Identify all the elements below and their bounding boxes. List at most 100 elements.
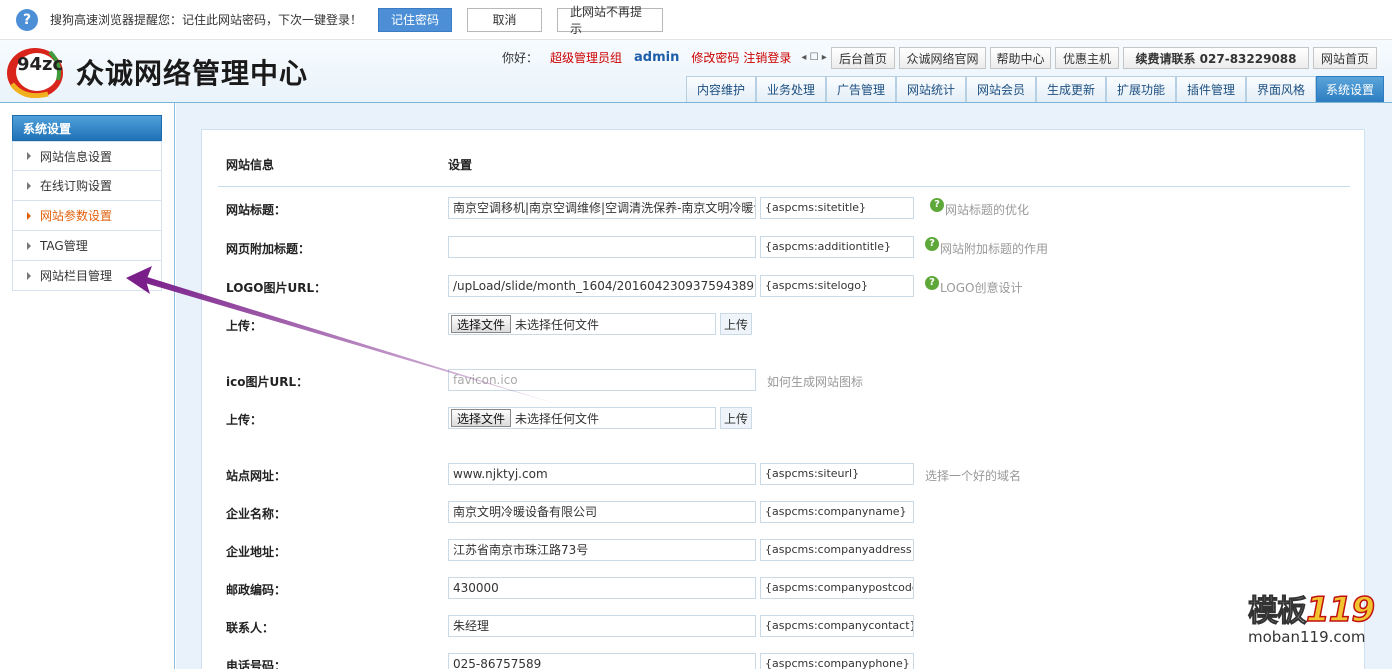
form-row-site-url: 站点网址： www.njktyj.com {aspcms:siteurl} 选择… [202,463,1366,487]
triangle-right-icon [27,152,31,160]
logo-url-input[interactable]: /upLoad/slide/month_1604/201604230937594… [448,275,756,297]
tab-plugins[interactable]: 插件管理 [1176,76,1246,102]
top-button-help[interactable]: 帮助中心 [990,47,1051,69]
tab-business[interactable]: 业务处理 [756,76,826,102]
user-role: 超级管理员组 [550,51,623,65]
greeting: 你好： [502,51,539,65]
watermark-cn: 模板 [1248,594,1308,630]
username: admin [634,50,680,65]
form-row-site-title: 网站标题： 南京空调移机|南京空调维修|空调清洗保养-南京文明冷暖设备有限公司 … [202,197,1366,221]
site-url-input[interactable]: www.njktyj.com [448,463,756,485]
postcode-input[interactable]: 430000 [448,577,756,599]
form-row-ico-url: ico图片URL： favicon.ico 如何生成网站图标 [202,369,1366,393]
tab-content[interactable]: 内容维护 [686,76,756,102]
sidebar-item-online-order[interactable]: 在线订购设置 [12,171,162,201]
sidebar-item-site-info[interactable]: 网站信息设置 [12,141,162,171]
field-label: 联系人： [226,621,275,635]
logo-badge-icon: 94zc [7,48,63,99]
tab-extensions[interactable]: 扩展功能 [1106,76,1176,102]
phone-input[interactable]: 025-86757589 [448,653,756,669]
cancel-button[interactable]: 取消 [467,7,543,32]
form-row-company-name: 企业名称： 南京文明冷暖设备有限公司 {aspcms:companyname} [202,501,1366,525]
field-hint[interactable]: ? 网站附加标题的作用 [925,236,1048,257]
sidebar-item-label: 在线订购设置 [40,179,113,193]
template-tag: {aspcms:companyaddress} [760,539,914,561]
prompt-text: 搜狗高速浏览器提醒您：记住此网站密码，下次一键登录！ [50,13,363,27]
field-label: 电话号码： [226,659,287,669]
logout-link[interactable]: 注销登录 [743,49,791,66]
form-row-contact: 联系人： 朱经理 {aspcms:companycontact} [202,615,1366,639]
company-name-input[interactable]: 南京文明冷暖设备有限公司 [448,501,756,523]
help-icon: ? [925,275,939,290]
form-row-logo-url: LOGO图片URL： /upLoad/slide/month_1604/2016… [202,275,1366,299]
tab-generate[interactable]: 生成更新 [1036,76,1106,102]
header-divider [218,186,1350,187]
choose-file-button[interactable]: 选择文件 [451,409,512,427]
no-file-text: 未选择任何文件 [515,317,600,332]
remember-password-button[interactable]: 记住密码 [378,7,453,32]
logo-text: 94zc [17,54,63,75]
no-file-text: 未选择任何文件 [515,411,600,426]
ico-url-input[interactable]: favicon.ico [448,369,756,391]
field-label: 网站标题： [226,203,287,217]
template-tag: {aspcms:companyphone} [760,653,914,669]
change-password-link[interactable]: 修改密码 [691,49,739,66]
addition-title-input[interactable] [448,236,756,258]
field-label: 企业名称： [226,507,287,521]
sidebar-title: 系统设置 [12,115,162,141]
contact-input[interactable]: 朱经理 [448,615,756,637]
site-title-input[interactable]: 南京空调移机|南京空调维修|空调清洗保养-南京文明冷暖设备有限公司 [448,197,756,219]
top-button-renew-contact[interactable]: 续费请联系 027-83229088 [1123,47,1309,69]
table-header: 网站信息 设置 [202,130,1366,186]
sidebar-item-tag[interactable]: TAG管理 [12,231,162,261]
triangle-right-icon [27,241,31,250]
top-button-official-site[interactable]: 众诚网络官网 [899,47,986,69]
logo-upload-button[interactable]: 上传 [720,313,752,335]
company-address-input[interactable]: 江苏省南京市珠江路73号 [448,539,756,561]
ico-hint-link[interactable]: 如何生成网站图标 [767,373,863,390]
template-tag: {aspcms:companypostcode} [760,577,914,599]
field-hint[interactable]: ? 网站标题的优化 [930,197,1030,218]
field-label: 站点网址： [226,469,287,483]
help-icon: ? [925,236,939,251]
field-label: 网页附加标题： [226,242,311,256]
form-row-ico-upload: 上传： 选择文件 未选择任何文件 上传 [202,407,1366,431]
template-tag: {aspcms:sitelogo} [760,275,914,297]
sidebar-item-label: TAG管理 [40,239,88,253]
watermark-num: 119 [1305,589,1375,631]
choose-file-button[interactable]: 选择文件 [451,315,512,333]
form-row-company-address: 企业地址： 江苏省南京市珠江路73号 {aspcms:companyaddres… [202,539,1366,563]
admin-header: 94zc 众诚网络管理中心 你好： 超级管理员组 admin 修改密码 注销登录… [0,40,1392,103]
top-button-admin-home[interactable]: 后台首页 [831,47,895,69]
sidebar-menu: 网站信息设置 在线订购设置 网站参数设置 TAG管理 网站栏目管理 [12,141,162,291]
form-row-addition-title: 网页附加标题： {aspcms:additiontitle} ? 网站附加标题的作… [202,236,1366,260]
settings-panel: 网站信息 设置 网站标题： 南京空调移机|南京空调维修|空调清洗保养-南京文明冷… [201,129,1365,669]
ico-file-input[interactable]: 选择文件 未选择任何文件 [448,407,716,429]
domain-hint-link[interactable]: 选择一个好的域名 [925,467,1021,484]
site-title: 众诚网络管理中心 [76,57,309,90]
top-button-site-home[interactable]: 网站首页 [1313,47,1377,69]
triangle-right-icon [27,181,31,190]
tab-theme[interactable]: 界面风格 [1246,76,1316,102]
sidebar-item-label: 网站参数设置 [40,209,113,223]
never-prompt-button[interactable]: 此网站不再提示 [557,5,664,36]
template-tag: {aspcms:companyname} [760,501,914,523]
field-label: ico图片URL： [226,375,309,389]
scroll-arrows-icon[interactable]: ◂ ☐ ▸ [801,52,826,63]
sidebar-item-columns[interactable]: 网站栏目管理 [12,261,162,291]
help-icon: ? [930,197,944,212]
field-hint[interactable]: ? LOGO创意设计 [925,275,1022,296]
tab-ads[interactable]: 广告管理 [826,76,896,102]
field-label: 邮政编码： [226,583,287,597]
tab-stats[interactable]: 网站统计 [896,76,966,102]
logo-file-input[interactable]: 选择文件 未选择任何文件 [448,313,716,335]
top-button-hosting[interactable]: 优惠主机 [1055,47,1119,69]
tab-members[interactable]: 网站会员 [966,76,1036,102]
ico-upload-button[interactable]: 上传 [720,407,752,429]
tab-system-settings[interactable]: 系统设置 [1316,76,1384,102]
sidebar-item-label: 网站信息设置 [40,149,113,164]
sidebar-item-site-params[interactable]: 网站参数设置 [12,201,162,231]
main-content: 网站信息 设置 网站标题： 南京空调移机|南京空调维修|空调清洗保养-南京文明冷… [176,103,1392,669]
triangle-right-icon [27,271,31,280]
hint-text: 网站标题的优化 [945,203,1030,217]
